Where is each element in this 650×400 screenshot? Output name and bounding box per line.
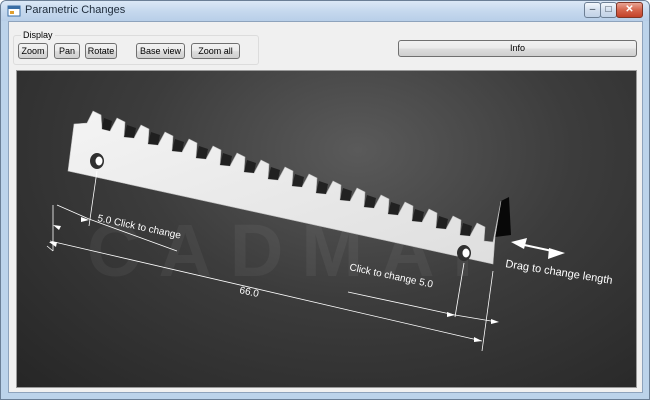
display-group-label: Display (21, 30, 55, 40)
pan-button[interactable]: Pan (54, 43, 80, 59)
drag-length-arrow[interactable] (511, 238, 565, 259)
window-title: Parametric Changes (25, 4, 126, 16)
close-button[interactable]: ✕ (616, 2, 643, 18)
app-form-icon (7, 5, 21, 17)
info-button[interactable]: Info (398, 40, 637, 57)
base-view-button[interactable]: Base view (136, 43, 185, 59)
title-bar[interactable]: Parametric Changes – □ ✕ (1, 1, 649, 21)
rotate-button[interactable]: Rotate (85, 43, 117, 59)
viewport-canvas: CADMAI 5.0 Click to change 66.0 Click to… (46, 110, 614, 352)
zoom-button[interactable]: Zoom (18, 43, 48, 59)
app-window: Parametric Changes – □ ✕ Display Zoom Pa… (0, 0, 650, 400)
minimize-button[interactable]: – (584, 2, 601, 18)
3d-viewport[interactable]: CADMAI 5.0 Click to change 66.0 Click to… (16, 70, 637, 388)
drag-length-label: Drag to change length (505, 258, 614, 287)
zoom-all-button[interactable]: Zoom all (191, 43, 240, 59)
part-end-face (495, 197, 511, 237)
hole-left[interactable] (90, 153, 104, 169)
maximize-button[interactable]: □ (600, 2, 617, 18)
client-area: Display Zoom Pan Rotate Base view Zoom a… (8, 21, 643, 393)
hole-right[interactable] (457, 245, 471, 261)
